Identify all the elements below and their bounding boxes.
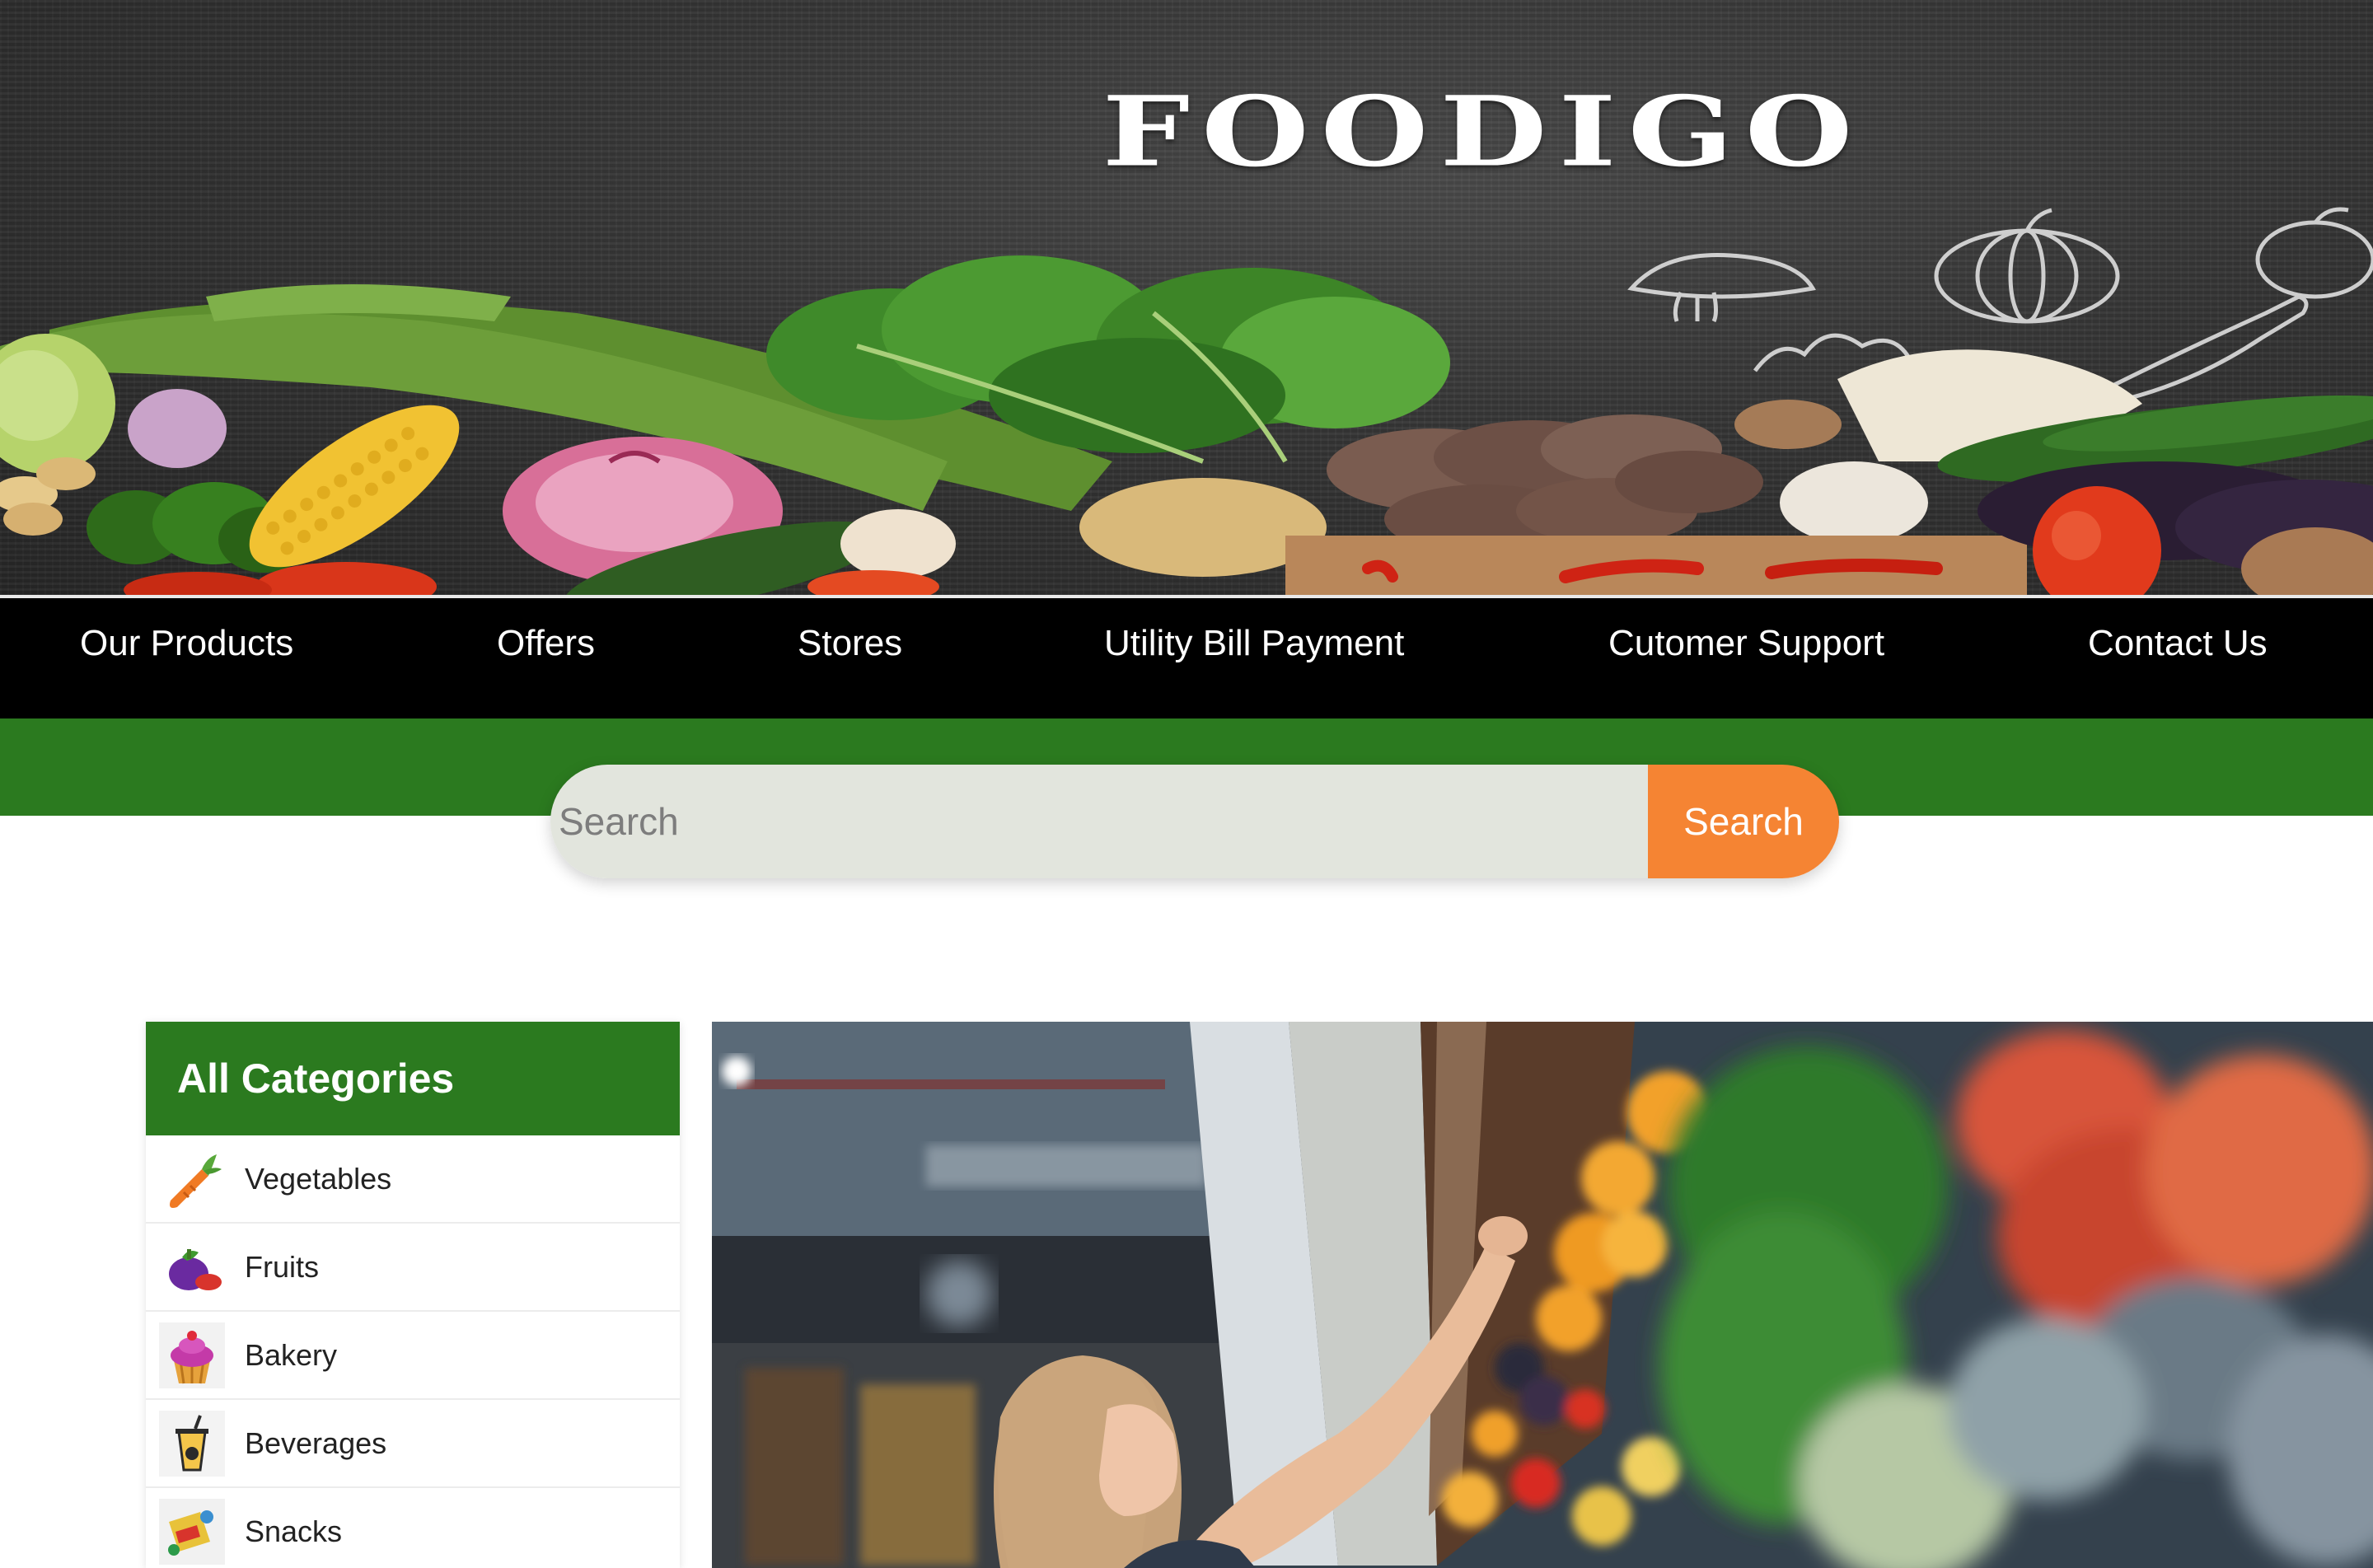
nav-item-offers[interactable]: Offers bbox=[497, 615, 595, 672]
nav-item-stores[interactable]: Stores bbox=[798, 615, 902, 672]
nav-item-contact-us[interactable]: Contact Us bbox=[2088, 615, 2268, 672]
categories-panel: All Categories Vegetables Fruits Bakery … bbox=[146, 1022, 680, 1568]
cupcake-icon bbox=[159, 1322, 225, 1388]
carrot-icon bbox=[159, 1146, 225, 1212]
search-input[interactable] bbox=[550, 765, 1648, 878]
category-item-snacks[interactable]: Snacks bbox=[146, 1488, 680, 1568]
search-bar: Search bbox=[550, 765, 1839, 878]
snacks-icon bbox=[159, 1498, 225, 1565]
hero-image bbox=[712, 1022, 2373, 1568]
nav-item-utility-bill-payment[interactable]: Utility Bill Payment bbox=[1104, 615, 1404, 672]
category-label: Vegetables bbox=[245, 1161, 392, 1196]
eggplant-icon bbox=[159, 1234, 225, 1300]
main-nav: Our Products Offers Stores Utility Bill … bbox=[0, 595, 2373, 718]
categories-title: All Categories bbox=[146, 1022, 680, 1135]
nav-item-customer-support[interactable]: Cutomer Support bbox=[1608, 615, 1884, 672]
category-label: Snacks bbox=[245, 1514, 343, 1548]
header-banner: FOODIGO bbox=[0, 0, 2373, 595]
search-button[interactable]: Search bbox=[1648, 765, 1839, 878]
nav-item-our-products[interactable]: Our Products bbox=[80, 615, 293, 672]
category-item-bakery[interactable]: Bakery bbox=[146, 1312, 680, 1400]
supermarket-photo bbox=[712, 1022, 2373, 1568]
category-item-vegetables[interactable]: Vegetables bbox=[146, 1135, 680, 1224]
category-label: Bakery bbox=[245, 1337, 338, 1372]
category-label: Fruits bbox=[245, 1249, 319, 1284]
brand-logo: FOODIGO bbox=[1102, 75, 1865, 189]
category-label: Beverages bbox=[245, 1425, 387, 1460]
category-item-beverages[interactable]: Beverages bbox=[146, 1400, 680, 1488]
drink-cup-icon bbox=[159, 1410, 225, 1477]
category-item-fruits[interactable]: Fruits bbox=[146, 1224, 680, 1312]
